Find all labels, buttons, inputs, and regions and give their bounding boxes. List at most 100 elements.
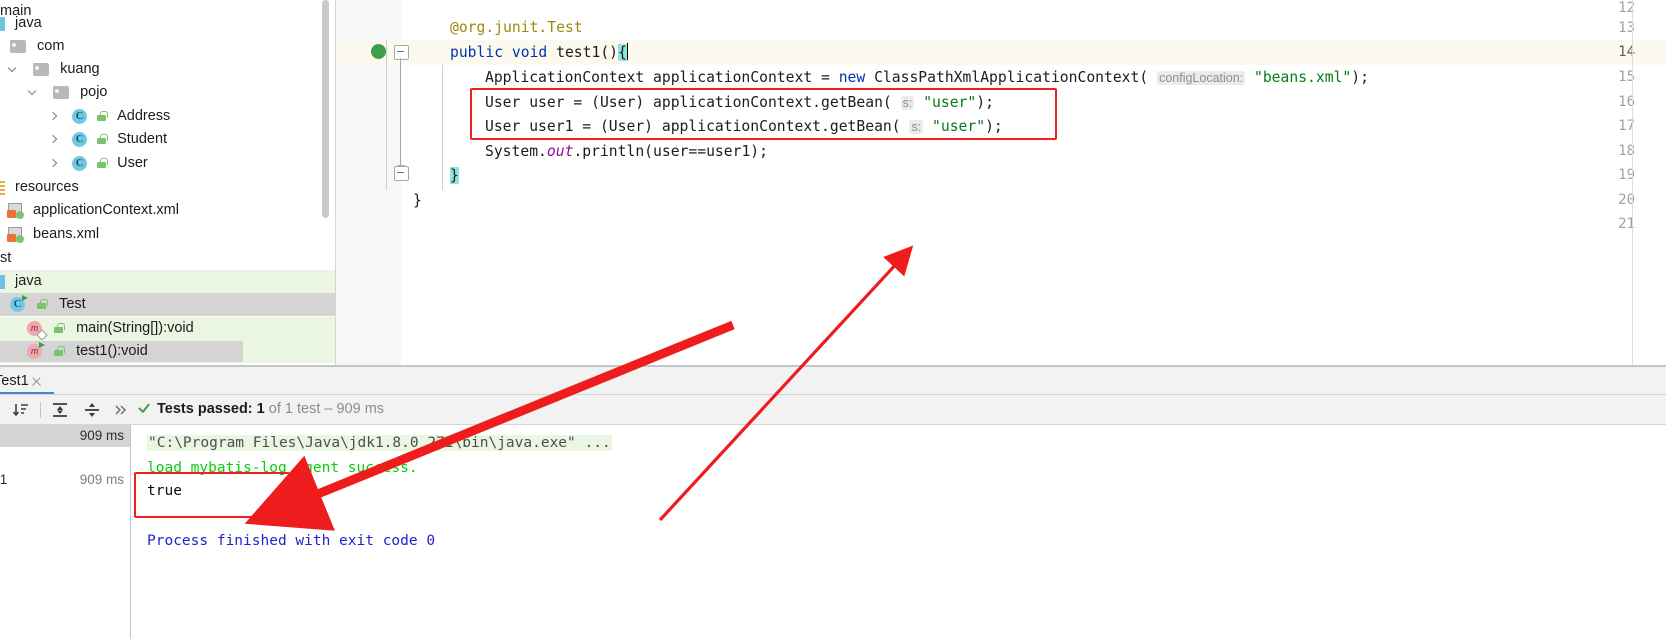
code-line-20: } [413,188,422,213]
code-line-14: public void test1(){ [450,40,628,65]
run-test-icon[interactable] [371,44,386,59]
tree-row-main-method[interactable]: m main(String[]):void [0,317,335,341]
folder-icon [10,40,26,54]
tree-row-java-test[interactable]: java [0,270,335,294]
string-beans-xml: "beans.xml" [1254,69,1352,86]
code-tail: ); [1351,69,1369,86]
class-icon: C [72,132,88,148]
process-finished-text: Process finished with exit code 0 [147,533,436,549]
test-result-list[interactable]: 909 ms t1 909 ms [0,425,131,639]
lock-icon [96,134,109,145]
folder-icon [33,63,50,77]
tab-test1[interactable]: Test1 [0,367,35,395]
code-ctor: ClassPathXmlApplicationContext( [865,69,1149,86]
tree-item-label: java [15,273,42,289]
tree-row-test[interactable]: st [0,247,335,270]
test-status: Tests passed: 1 of 1 test – 909 ms [157,395,384,424]
chevron-double-right-icon[interactable] [113,403,131,421]
xml-file-icon [7,227,24,244]
test-list-row-1[interactable]: t1 909 ms [0,469,130,491]
chevron-right-icon[interactable] [48,111,59,122]
code-decl: ApplicationContext applicationContext = [485,69,839,86]
tree-item-label: pojo [80,84,108,100]
expand-all-icon[interactable] [51,401,69,419]
code-text-area[interactable]: @org.junit.Test public void test1(){ App… [401,0,1666,366]
test-row-name: t1 [0,472,8,487]
code-println: .println(user==user1); [573,143,768,160]
toolbar-divider [40,402,41,418]
tree-item-label: User [117,155,148,171]
tree-item-label: resources [15,179,79,195]
test-toolbar[interactable]: Tests passed: 1 of 1 test – 909 ms [0,395,1666,425]
chevron-down-icon[interactable] [8,64,19,75]
param-hint-configlocation: configLocation: [1157,71,1246,85]
chevron-right-icon[interactable] [48,134,59,145]
source-root-icon [0,274,5,289]
method-icon: m [27,321,42,337]
folder-icon [53,86,70,100]
code-line-15: ApplicationContext applicationContext = … [485,65,1369,90]
test-row-duration: 909 ms [79,472,124,487]
tree-row-test-class[interactable]: C Test [0,293,335,317]
tree-item-label: test1():void [76,343,148,359]
changed-lines-marker [386,40,387,190]
tree-row-address[interactable]: C Address [0,105,335,128]
code-line-19: } [450,163,459,188]
code-line-18: System.out.println(user==user1); [485,139,768,164]
tree-row-resources[interactable]: resources [0,176,335,199]
code-annotation: @org.junit.Test [450,19,583,36]
tree-item-label: Address [117,108,171,124]
test-row-duration: 909 ms [79,428,124,443]
tree-row-user[interactable]: C User [0,152,335,175]
tree-row-test1-method[interactable]: m test1():void [0,340,335,364]
test-list-row-0[interactable]: 909 ms [0,425,130,447]
chevron-right-icon[interactable] [48,158,59,169]
console-line-command: "C:\Program Files\Java\jdk1.8.0_271\bin\… [147,431,612,455]
tree-item-label: java [15,15,42,31]
project-tree[interactable]: main java com kuang pojo C Address C Stu… [0,0,335,366]
check-mark-icon [137,403,151,417]
method-name: test1() [556,44,619,61]
tests-passed-label: Tests passed: 1 [157,401,265,417]
tree-row-student[interactable]: C Student [0,128,335,151]
test-class-icon: C [10,295,28,313]
class-icon: C [72,109,88,125]
collapse-all-icon[interactable] [83,401,101,419]
kw-new: new [838,69,866,86]
tree-item-label: kuang [60,61,100,77]
editor-scrollbar-track[interactable] [1632,0,1633,366]
java-command-text: "C:\Program Files\Java\jdk1.8.0_271\bin\… [147,435,612,451]
tree-item-label: applicationContext.xml [33,202,179,218]
close-icon[interactable] [31,376,42,387]
lock-icon [96,111,109,122]
lock-icon [36,299,49,310]
sort-alphabetically-icon[interactable] [12,401,30,419]
tree-row-beans-xml[interactable]: beans.xml [0,223,335,246]
tree-item-label: com [37,38,65,54]
class-close-brace: } [413,192,422,209]
tests-duration-label: of 1 test – 909 ms [264,401,385,417]
tree-row-pojo[interactable]: pojo [0,81,335,104]
tree-row-com[interactable]: com [0,35,335,58]
tree-scrollbar[interactable] [322,0,329,218]
tree-item-label: Test [59,296,86,312]
ide-window: main java com kuang pojo C Address C Stu… [0,0,1666,639]
test-tab-strip[interactable]: Test1 [0,366,1666,395]
lock-icon [96,158,109,169]
chevron-down-icon[interactable] [28,87,39,98]
source-root-icon [0,16,5,31]
tree-row-applicationcontext-xml[interactable]: applicationContext.xml [0,199,335,222]
tree-row-java-main[interactable]: java [0,12,335,35]
code-editor[interactable]: 12 13 14 15 16 17 18 19 20 21 @org.junit… [335,0,1666,366]
lock-icon [53,323,66,334]
tree-item-label: Student [117,131,168,147]
console-line-finished: Process finished with exit code 0 [147,529,435,553]
lock-icon [53,346,66,357]
field-out: out [546,143,574,160]
matched-brace-close: } [450,167,459,184]
class-icon: C [72,156,88,172]
console-true-highlight-box [134,472,290,518]
console-output[interactable]: "C:\Program Files\Java\jdk1.8.0_271\bin\… [131,425,1666,639]
tree-row-kuang[interactable]: kuang [0,58,335,81]
text-caret [626,43,628,60]
